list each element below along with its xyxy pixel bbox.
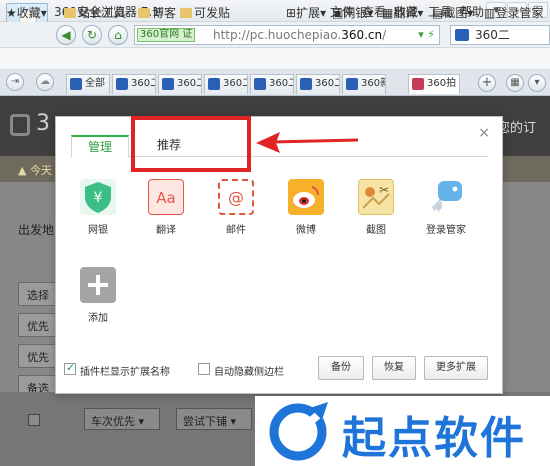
extension-screenshot[interactable]: ✂ 截图 [346,179,406,236]
extension-label: 添加 [88,313,108,324]
fav-item-tools[interactable]: 站长工具 [64,4,126,21]
extension-manager-dialog: × 管理 推荐 ¥ 网银 Aa 翻译 @ 邮件 微博 ✂ 截图 登录管家 添加 … [55,116,503,394]
extension-label: 翻译 [156,225,176,236]
page-header-title: 3 [36,111,50,136]
favorites-collect[interactable]: ★收藏▾ [6,4,47,21]
page-checkbox[interactable] [28,414,40,426]
highlight-box [131,116,251,172]
tab-menu-icon[interactable]: ▾ [528,74,546,92]
restore-button[interactable]: 恢复 [372,356,416,380]
tab-favicon [346,78,358,90]
extension-label: 截图 [366,225,386,236]
tab-list-icon[interactable]: ▦ [506,74,524,92]
folder-icon [64,8,76,18]
toolbar-login-manager[interactable]: ▥登录管家 [484,4,543,21]
home-icon[interactable]: ⌂ [108,25,128,45]
watermark-logo-icon [269,402,328,461]
svg-text:✂: ✂ [379,183,389,197]
tab-page[interactable]: 360二 [296,74,340,94]
tab-page[interactable]: 360新 [342,74,386,94]
red-arrow-icon [256,132,359,153]
favorites-bar [0,48,550,70]
mail-icon: @ [218,179,254,215]
refresh-icon[interactable]: ↻ [82,25,102,45]
key-icon [428,179,464,215]
tab-favicon [208,78,220,90]
add-icon [80,267,116,303]
bank-shield-icon: ¥ [80,179,116,215]
departure-label: 出发地 [18,223,55,237]
toolbar-bank[interactable]: ▣网银▾ [332,4,373,21]
tab-all[interactable]: 全部 [66,74,110,94]
address-bar[interactable]: 360官网 证 http://pc.huochepiao.360.cn/ ▾ ⚡ [134,25,440,45]
tab-favicon [300,78,312,90]
tab-favicon [162,78,174,90]
folder-icon [180,8,192,18]
auto-hide-label: 自动隐藏侧边栏 [214,367,284,378]
tab-active[interactable]: 360拍 [408,74,460,94]
extension-translate[interactable]: Aa 翻译 [136,179,196,236]
address-action-icons[interactable]: ▾ ⚡ [418,28,435,41]
tab-favicon [412,78,424,90]
page-notice-text: ▲ 今天 [18,164,52,177]
toolbar-screenshot[interactable]: ▤截图▾ [432,4,473,21]
train-icon [10,114,30,136]
watermark-text: 起点软件 [342,413,526,464]
show-names-label: 插件栏显示扩展名称 [80,367,170,378]
show-names-checkbox[interactable] [64,361,76,375]
more-extensions-button[interactable]: 更多扩展 [424,356,488,380]
back-icon[interactable]: ◀ [56,25,76,45]
extension-add[interactable]: 添加 [68,267,128,324]
extension-login-manager[interactable]: 登录管家 [416,179,476,236]
tab-favicon [116,78,128,90]
folder-icon [138,8,150,18]
svg-text:@: @ [228,188,244,207]
cloud-icon[interactable]: ☁ [36,73,54,91]
tab-favicon [70,78,82,90]
extension-label: 登录管家 [426,225,466,236]
sidebar-toggle-icon[interactable]: ⇥ [6,73,24,91]
backup-button[interactable]: 备份 [318,356,364,380]
toolbar-translate[interactable]: ▦翻译▾ [382,4,423,21]
weibo-icon [288,179,324,215]
extension-label: 微博 [296,225,316,236]
screenshot-icon: ✂ [358,179,394,215]
tab-manage[interactable]: 管理 [71,135,129,158]
tab-page[interactable]: 360二 [250,74,294,94]
fav-item-blog[interactable]: 博客 [138,4,176,21]
fav-item-post[interactable]: 可发贴 [180,4,230,21]
svg-text:Aa: Aa [156,189,175,207]
extension-label: 邮件 [226,225,246,236]
extension-mail[interactable]: @ 邮件 [206,179,266,236]
extension-label: 网银 [88,225,108,236]
tab-favicon [254,78,266,90]
tab-page[interactable]: 360二 [158,74,202,94]
search-engine-icon [455,29,469,41]
new-tab-icon[interactable]: + [478,74,496,92]
translate-icon: Aa [148,179,184,215]
tab-page[interactable]: 360二 [204,74,248,94]
extension-weibo[interactable]: 微博 [276,179,336,236]
toolbar-extensions[interactable]: ⊞扩展▾ [286,4,326,21]
page-select-train[interactable]: 车次优先 ▾ [84,408,160,430]
url-text: http://pc.huochepiao.360.cn/ [213,28,387,42]
site-badge: 360官网 证 [137,28,196,42]
tab-page[interactable]: 360二 [112,74,156,94]
svg-text:¥: ¥ [94,190,103,206]
search-input[interactable]: 360二 [450,25,550,45]
auto-hide-checkbox[interactable] [198,363,210,375]
extension-bank[interactable]: ¥ 网银 [68,179,128,236]
page-select-berth[interactable]: 尝试下铺 ▾ [176,408,252,430]
